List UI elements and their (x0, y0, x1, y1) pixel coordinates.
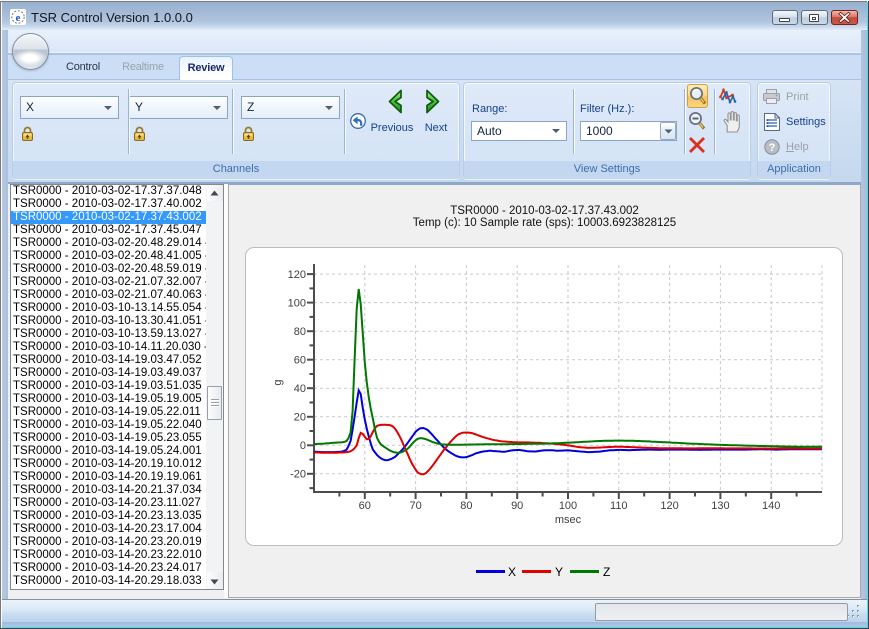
svg-text:70: 70 (409, 500, 421, 512)
svg-text:100: 100 (288, 297, 306, 309)
svg-text:120: 120 (288, 269, 306, 281)
svg-text:80: 80 (294, 326, 306, 338)
svg-text:e: e (16, 12, 21, 24)
svg-text:60: 60 (359, 500, 371, 512)
svg-text:0: 0 (300, 440, 306, 452)
svg-text:100: 100 (559, 500, 577, 512)
svg-text:-20: -20 (290, 469, 306, 481)
svg-text:120: 120 (660, 500, 678, 512)
svg-text:20: 20 (294, 412, 306, 424)
svg-text:110: 110 (610, 500, 628, 512)
svg-text:40: 40 (294, 383, 306, 395)
svg-text:80: 80 (460, 500, 472, 512)
svg-text:?: ? (769, 142, 776, 154)
svg-text:130: 130 (711, 500, 729, 512)
svg-text:140: 140 (762, 500, 780, 512)
svg-text:90: 90 (511, 500, 523, 512)
svg-text:msec: msec (555, 514, 582, 526)
svg-text:g: g (272, 379, 284, 385)
svg-text:60: 60 (294, 355, 306, 367)
